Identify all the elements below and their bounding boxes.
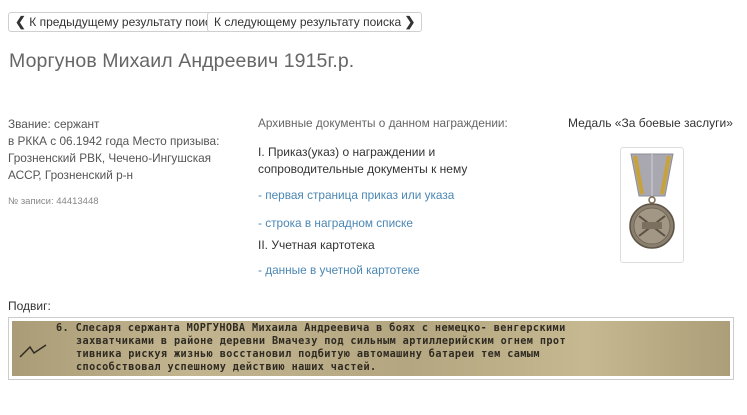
feat-text-line: захватчиками в районе деревни Вмачезу по… — [76, 336, 567, 347]
section-card-index: II. Учетная картотека — [258, 238, 375, 252]
person-info: Звание: сержант в РККА с 06.1942 года Ме… — [8, 116, 238, 210]
award-name: Медаль «За боевые заслуги» — [568, 116, 733, 130]
region-line: АССР, Грозненский р-н — [8, 168, 134, 182]
feat-document-paper: 6. Слесаря сержанта МОРГУНОВА Михаила Ан… — [12, 321, 730, 376]
feat-text-line: способствовал успешному действию наших ч… — [76, 362, 377, 373]
feat-text-line: 6. Слесаря сержанта МОРГУНОВА Михаила Ан… — [56, 323, 566, 334]
chevron-left-icon: ❮ — [15, 14, 26, 29]
chevron-right-icon: ❯ — [404, 14, 416, 29]
link-card-index-data[interactable]: - данные в учетной картотеке — [258, 263, 538, 277]
service-line: в РККА с 06.1942 года Место призыва: — [8, 134, 220, 148]
record-number: № записи: 44413448 — [8, 196, 99, 207]
archive-documents: Архивные документы о данном награждении:… — [258, 116, 538, 277]
link-order-first-page[interactable]: - первая страница приказ или указа — [258, 188, 538, 202]
feat-document-image[interactable]: 6. Слесаря сержанта МОРГУНОВА Михаила Ан… — [8, 317, 734, 380]
medal-image[interactable] — [620, 147, 684, 263]
prev-result-label: К предыдущему результату поиска — [29, 15, 224, 29]
next-result-label: К следующему результату поиска — [214, 15, 402, 29]
page-title: Моргунов Михаил Андреевич 1915г.р. — [9, 50, 355, 72]
section-order: I. Приказ(указ) о награждении и сопровод… — [258, 145, 468, 176]
archive-heading: Архивные документы о данном награждении: — [258, 116, 508, 130]
next-result-button[interactable]: К следующему результату поиска ❯ — [207, 12, 423, 32]
medal-icon — [629, 153, 675, 249]
rank-line: Звание: сержант — [8, 117, 100, 131]
feat-text-line: тивника рискуя жизнью восстановил подбит… — [76, 349, 540, 360]
prev-result-button[interactable]: ❮ К предыдущему результату поиска — [8, 12, 231, 32]
feat-label: Подвиг: — [8, 299, 51, 313]
margin-mark — [19, 344, 47, 358]
draft-line: Грозненский РВК, Чечено-Ингушская — [8, 151, 212, 165]
link-award-list-line[interactable]: - строка в наградном списке — [258, 216, 538, 230]
